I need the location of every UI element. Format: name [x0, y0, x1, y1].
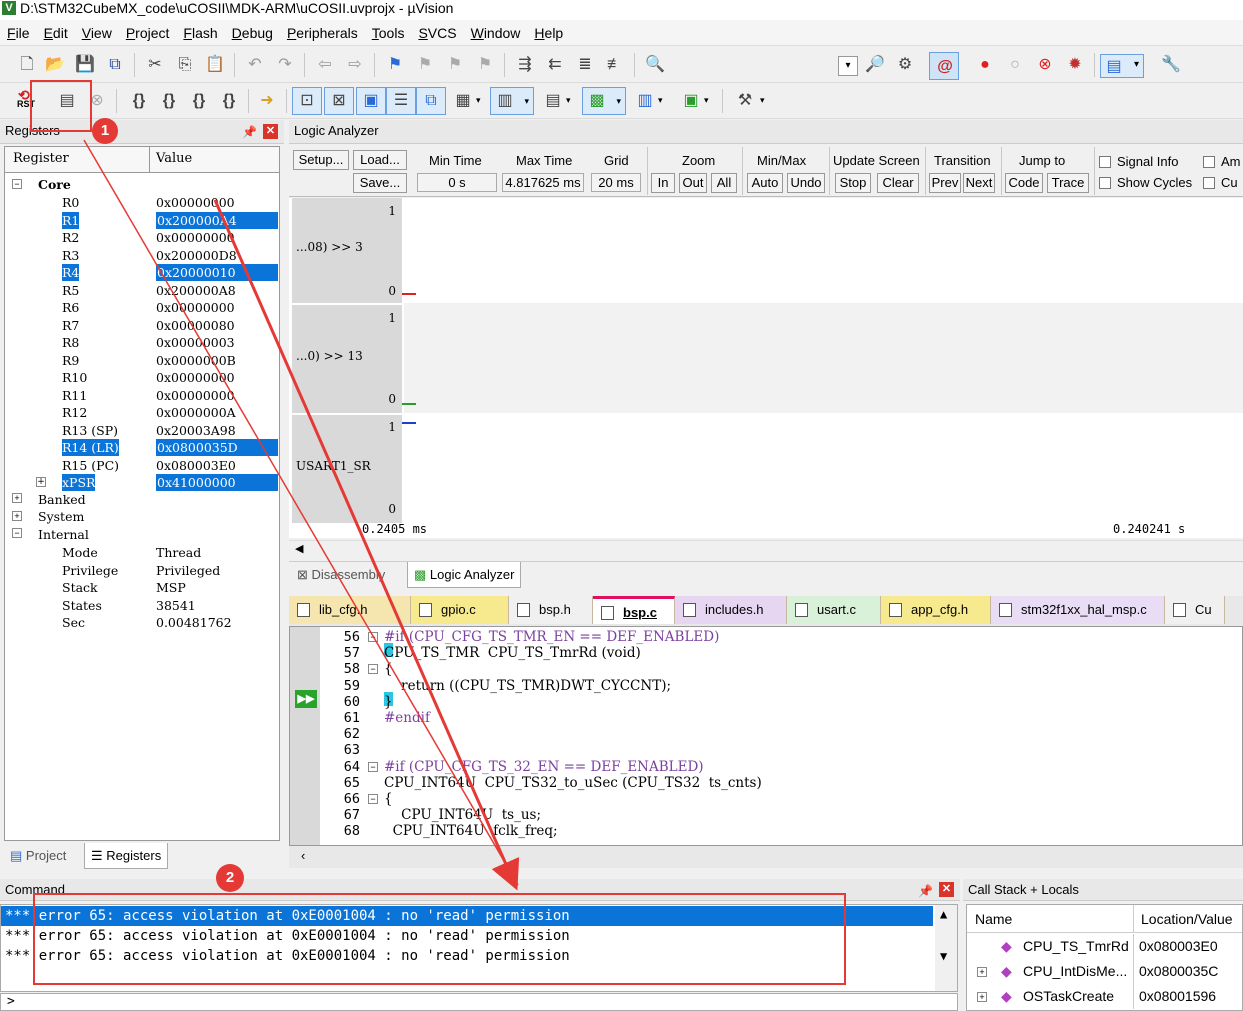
annotation-arrow-thick	[213, 199, 520, 891]
annotation-arrows	[83, 139, 520, 891]
annotation-arrow-thin	[83, 139, 519, 886]
